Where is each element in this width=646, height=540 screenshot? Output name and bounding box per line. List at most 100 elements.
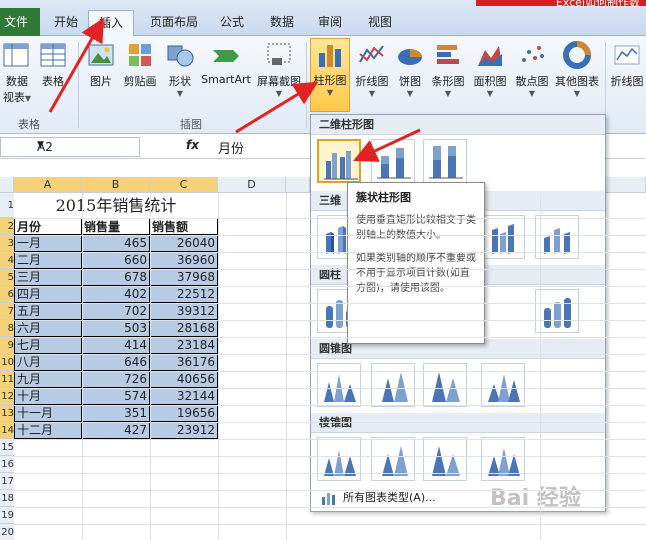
table-cell[interactable]: 二月	[14, 252, 82, 269]
table-cell[interactable]: 351	[82, 405, 150, 422]
pie-chart-button[interactable]: 饼图 ▼	[394, 40, 426, 98]
row-header[interactable]: 20	[0, 524, 14, 540]
table-cell[interactable]: 23912	[150, 422, 218, 439]
select-all-corner[interactable]	[0, 177, 14, 193]
row-header[interactable]: 18	[0, 490, 14, 507]
clustered-column-option[interactable]	[317, 139, 361, 183]
table-cell[interactable]: 十一月	[14, 405, 82, 422]
row-header[interactable]: 19	[0, 507, 14, 524]
row-header[interactable]: 15	[0, 439, 14, 456]
table-cell[interactable]: 26040	[150, 235, 218, 252]
table-cell[interactable]: 七月	[14, 337, 82, 354]
shapes-button[interactable]: 形状 ▼	[164, 40, 196, 98]
table-cell[interactable]: 702	[82, 303, 150, 320]
column-header-a[interactable]: A	[14, 177, 82, 193]
sparkline-line-button[interactable]: 折线图	[608, 40, 646, 89]
tab-view[interactable]: 视图	[358, 10, 402, 36]
table-cell[interactable]: 678	[82, 269, 150, 286]
tab-data[interactable]: 数据	[260, 10, 304, 36]
fx-icon[interactable]: fx	[186, 138, 199, 152]
row-header[interactable]: 8	[0, 320, 14, 337]
table-cell[interactable]: 414	[82, 337, 150, 354]
table-cell[interactable]: 三月	[14, 269, 82, 286]
cone-option-1[interactable]	[317, 363, 361, 407]
table-cell[interactable]: 503	[82, 320, 150, 337]
table-cell[interactable]: 40656	[150, 371, 218, 388]
header-cell[interactable]: 销售量	[82, 218, 150, 235]
chevron-down-icon[interactable]: ▼	[37, 140, 135, 150]
row-header[interactable]: 1	[0, 193, 14, 218]
table-cell[interactable]: 28168	[150, 320, 218, 337]
area-chart-button[interactable]: 面积图 ▼	[470, 40, 510, 98]
table-cell[interactable]: 574	[82, 388, 150, 405]
column-header-d[interactable]: D	[218, 177, 286, 193]
tab-review[interactable]: 审阅	[308, 10, 352, 36]
row-header[interactable]: 17	[0, 473, 14, 490]
line-chart-button[interactable]: 折线图 ▼	[352, 40, 392, 98]
bar-chart-button[interactable]: 条形图 ▼	[428, 40, 468, 98]
row-header[interactable]: 11	[0, 371, 14, 388]
table-cell[interactable]: 726	[82, 371, 150, 388]
cone-option-3[interactable]	[423, 363, 467, 407]
column-header-c[interactable]: C	[150, 177, 218, 193]
row-header[interactable]: 12	[0, 388, 14, 405]
table-cell[interactable]: 36176	[150, 354, 218, 371]
row-header[interactable]: 13	[0, 405, 14, 422]
row-header[interactable]: 4	[0, 252, 14, 269]
other-charts-button[interactable]: 其他图表 ▼	[552, 40, 602, 98]
table-cell[interactable]: 646	[82, 354, 150, 371]
formula-input[interactable]: 月份	[218, 138, 244, 157]
cone-option-2[interactable]	[371, 363, 415, 407]
smartart-button[interactable]: SmartArt	[200, 40, 252, 86]
header-cell[interactable]: 销售额	[150, 218, 218, 235]
table-cell[interactable]: 四月	[14, 286, 82, 303]
row-header[interactable]: 3	[0, 235, 14, 252]
screenshot-button[interactable]: 屏幕截图 ▼	[254, 40, 304, 98]
percent-stacked-column-option[interactable]	[423, 139, 467, 183]
row-header[interactable]: 10	[0, 354, 14, 371]
tab-page-layout[interactable]: 页面布局	[140, 10, 208, 36]
row-header[interactable]: 14	[0, 422, 14, 439]
cylinder-option-5[interactable]	[535, 289, 579, 333]
pivot-table-button[interactable]: 数据 视表▼	[0, 40, 34, 105]
table-cell[interactable]: 660	[82, 252, 150, 269]
table-cell[interactable]: 39312	[150, 303, 218, 320]
tab-formulas[interactable]: 公式	[210, 10, 254, 36]
tab-home[interactable]: 开始	[44, 10, 88, 36]
name-box[interactable]: A2 ▼	[0, 137, 140, 157]
table-cell[interactable]: 十月	[14, 388, 82, 405]
tab-insert[interactable]: 插入	[88, 10, 135, 37]
table-button[interactable]: 表格	[36, 40, 70, 89]
pyramid-option-4[interactable]	[481, 437, 525, 481]
row-header[interactable]: 6	[0, 286, 14, 303]
table-cell[interactable]: 402	[82, 286, 150, 303]
row-header[interactable]: 7	[0, 303, 14, 320]
column-header-b[interactable]: B	[82, 177, 150, 193]
table-cell[interactable]: 八月	[14, 354, 82, 371]
stacked-column-option[interactable]	[371, 139, 415, 183]
table-cell[interactable]: 九月	[14, 371, 82, 388]
table-cell[interactable]: 37968	[150, 269, 218, 286]
pyramid-option-1[interactable]	[317, 437, 361, 481]
cone-option-4[interactable]	[481, 363, 525, 407]
column-header-blank[interactable]	[286, 177, 310, 193]
row-header[interactable]: 9	[0, 337, 14, 354]
pyramid-option-2[interactable]	[371, 437, 415, 481]
clipart-button[interactable]: 剪贴画	[120, 40, 160, 89]
scatter-chart-button[interactable]: 散点图 ▼	[512, 40, 552, 98]
header-cell[interactable]: 月份	[14, 218, 82, 235]
table-cell[interactable]: 36960	[150, 252, 218, 269]
picture-button[interactable]: 图片	[84, 40, 118, 89]
pyramid-option-3[interactable]	[423, 437, 467, 481]
table-cell[interactable]: 六月	[14, 320, 82, 337]
table-cell[interactable]: 32144	[150, 388, 218, 405]
row-header[interactable]: 2	[0, 218, 14, 235]
table-cell[interactable]: 一月	[14, 235, 82, 252]
column-chart-button[interactable]: 柱形图 ▼	[310, 38, 350, 112]
table-cell[interactable]: 五月	[14, 303, 82, 320]
table-cell[interactable]: 427	[82, 422, 150, 439]
row-header[interactable]: 16	[0, 456, 14, 473]
table-cell[interactable]: 22512	[150, 286, 218, 303]
row-header[interactable]: 5	[0, 269, 14, 286]
tab-file[interactable]: 文件	[0, 8, 40, 36]
